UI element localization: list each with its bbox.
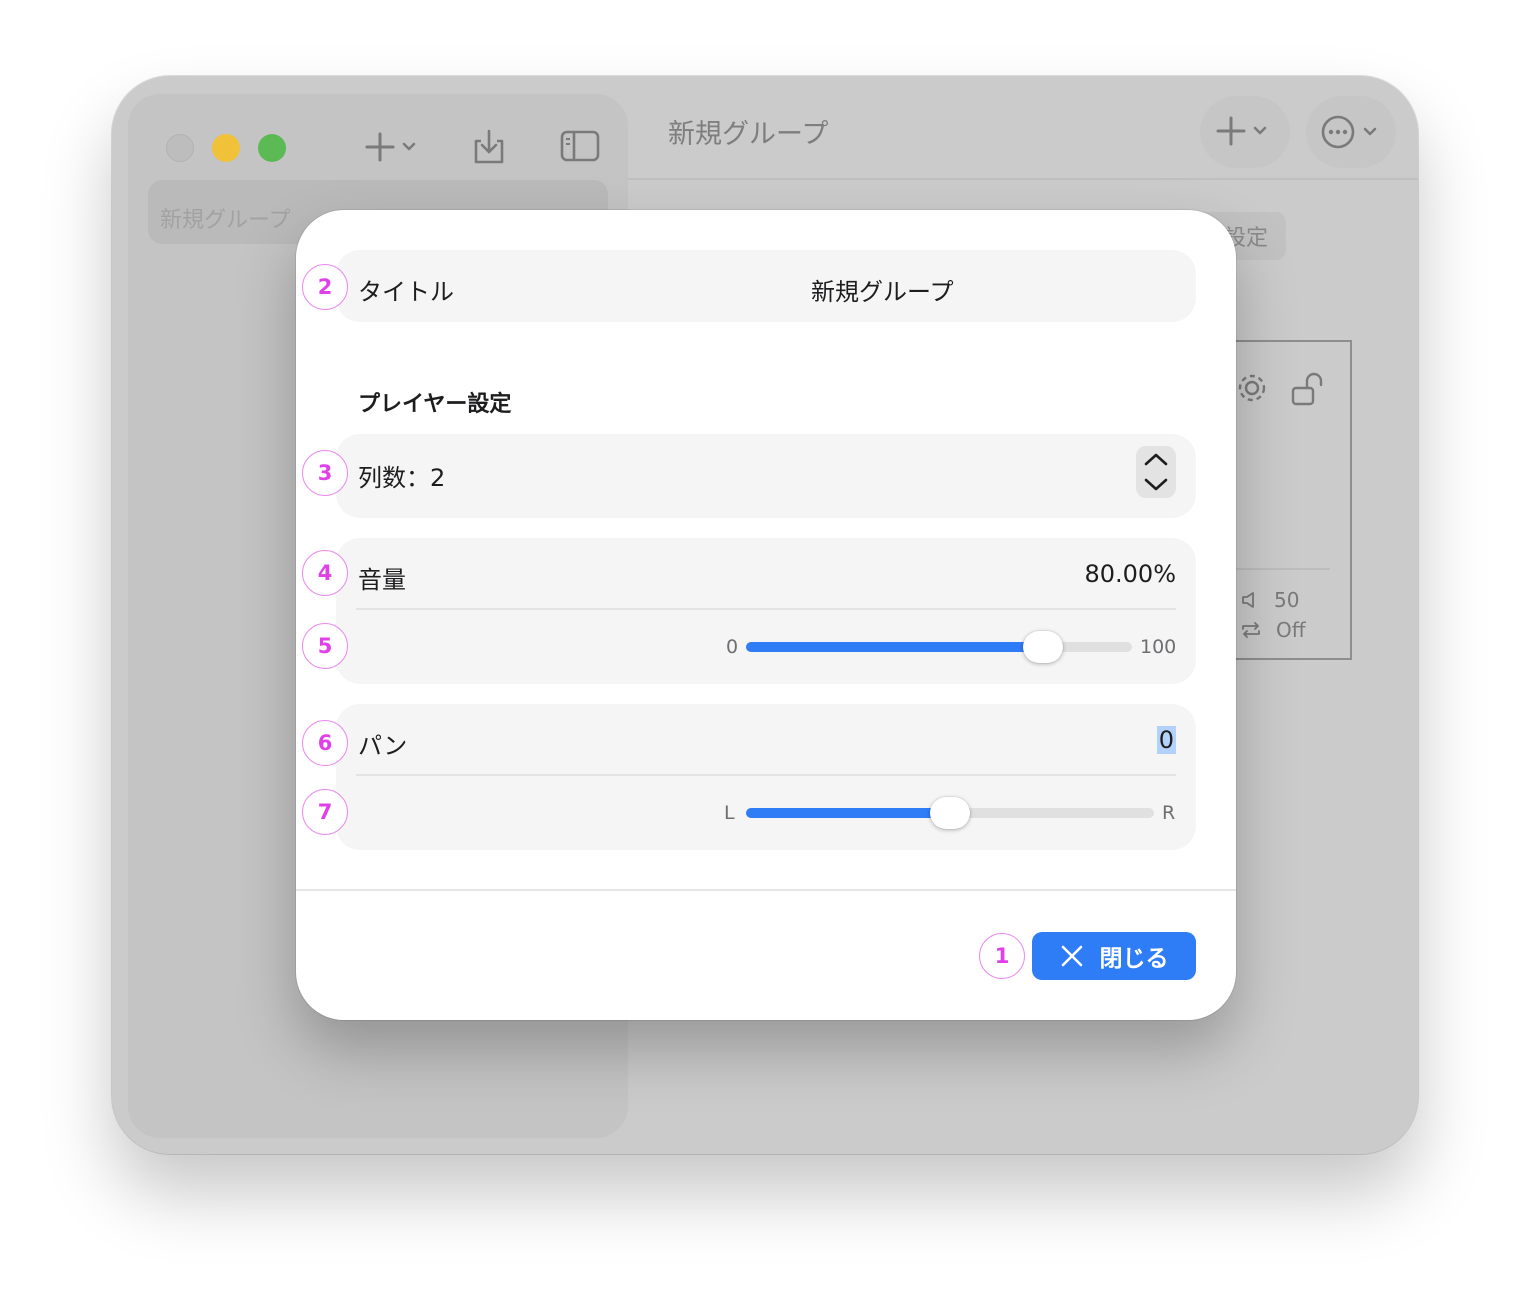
window-close-button[interactable] — [166, 134, 194, 162]
annotation-badge-2: 2 — [302, 264, 348, 310]
title-label: タイトル — [358, 278, 454, 306]
download-icon — [474, 129, 504, 164]
volume-group: 音量 80.00% 0 100 — [336, 538, 1196, 684]
sidebar-toggle-button[interactable] — [560, 130, 600, 162]
card-volume-value: 50 — [1274, 588, 1300, 612]
columns-stepper[interactable] — [1136, 446, 1176, 498]
title-row[interactable]: タイトル 新規グループ — [336, 250, 1196, 322]
window-title: 新規グループ — [668, 119, 829, 150]
footer-divider — [296, 889, 1236, 891]
chevron-down-icon — [1144, 478, 1168, 491]
volume-value: 80.00% — [1084, 560, 1176, 588]
volume-slider-max: 100 — [1140, 636, 1177, 658]
more-icon — [1321, 115, 1377, 149]
window-zoom-button[interactable] — [258, 134, 286, 162]
close-button-label: 閉じる — [1099, 946, 1169, 972]
pan-slider-thumb[interactable] — [930, 797, 970, 829]
close-icon — [1061, 945, 1082, 967]
unlock-icon[interactable] — [1290, 370, 1330, 412]
speaker-icon — [1242, 592, 1254, 608]
annotation-badge-5: 5 — [302, 623, 348, 669]
pan-value-field[interactable]: 0 — [1156, 726, 1176, 754]
title-value[interactable]: 新規グループ — [811, 272, 954, 307]
pan-slider[interactable] — [746, 797, 1154, 829]
plus-icon — [365, 132, 416, 162]
volume-label: 音量 — [358, 566, 406, 594]
group-settings-dialog: タイトル 新規グループ プレイヤー設定 列数：2 音量 80.00% 0 100… — [296, 210, 1236, 1020]
add-menu-button[interactable] — [364, 130, 424, 166]
card-divider — [1234, 568, 1330, 570]
main-add-menu-button[interactable] — [1200, 96, 1290, 168]
repeat-icon — [1242, 622, 1260, 638]
annotation-badge-1: 1 — [979, 933, 1025, 979]
pan-label: パン — [358, 732, 408, 760]
volume-divider — [356, 608, 1176, 610]
sidebar-toggle-icon — [560, 130, 600, 162]
volume-slider[interactable] — [746, 631, 1132, 663]
annotation-badge-3: 3 — [302, 450, 348, 496]
close-button[interactable]: 閉じる — [1032, 932, 1196, 980]
pan-slider-right-label: R — [1162, 802, 1176, 824]
toolbar-divider — [628, 178, 1418, 180]
card-repeat-row: Off — [1240, 618, 1306, 642]
stepper-down-button[interactable] — [1143, 472, 1169, 498]
window-minimize-button[interactable] — [212, 134, 240, 162]
volume-slider-fill — [746, 642, 1044, 652]
pan-slider-fill — [746, 808, 950, 818]
download-button[interactable] — [472, 128, 506, 166]
plus-icon — [1216, 116, 1267, 146]
pan-divider — [356, 774, 1176, 776]
columns-row: 列数：2 — [336, 434, 1196, 518]
more-menu-button[interactable] — [1306, 96, 1396, 168]
chevron-up-icon — [1144, 453, 1168, 466]
card-repeat-value: Off — [1276, 618, 1306, 642]
volume-slider-min: 0 — [726, 636, 739, 658]
card-volume-row: 50 — [1240, 588, 1299, 612]
stepper-up-button[interactable] — [1143, 446, 1169, 472]
pan-group: パン 0 L R — [336, 704, 1196, 850]
sidebar-item-label: 新規グループ — [160, 208, 291, 233]
annotation-badge-4: 4 — [302, 550, 348, 596]
columns-label: 列数：2 — [358, 464, 446, 492]
pan-slider-left-label: L — [724, 802, 735, 824]
annotation-badge-6: 6 — [302, 720, 348, 766]
section-title-player-settings: プレイヤー設定 — [358, 392, 512, 417]
volume-slider-thumb[interactable] — [1023, 631, 1064, 663]
gear-icon[interactable] — [1234, 370, 1270, 410]
annotation-badge-7: 7 — [302, 789, 348, 835]
